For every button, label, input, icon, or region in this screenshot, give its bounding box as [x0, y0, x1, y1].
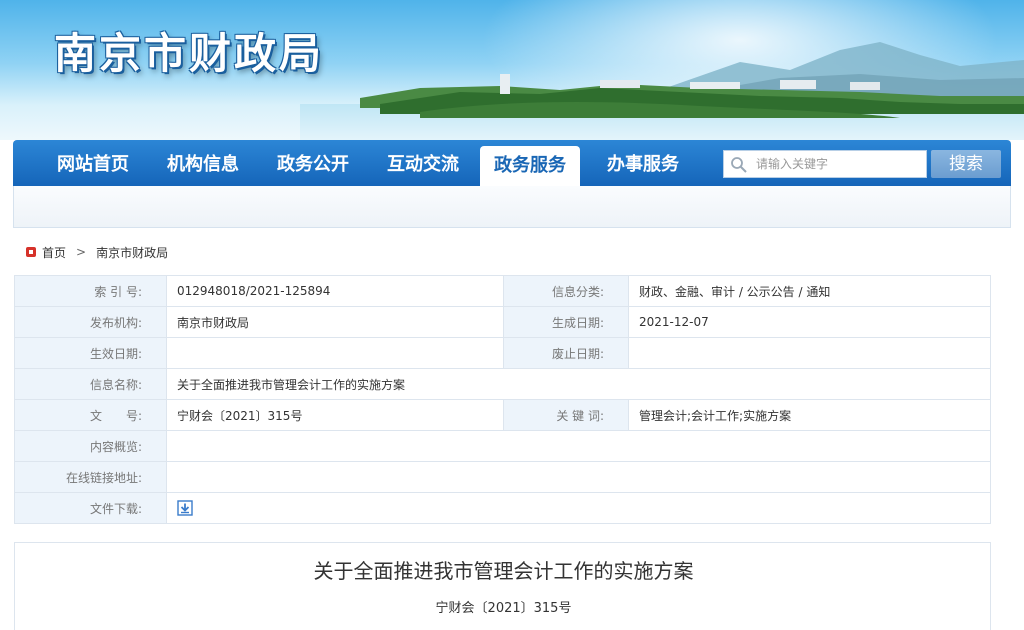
search-box — [723, 150, 927, 178]
info-table: 索 引 号: 012948018/2021-125894 信息分类: 财政、金融… — [14, 275, 991, 524]
index-label: 索 引 号: — [14, 275, 167, 307]
link-label: 在线链接地址: — [14, 461, 167, 493]
download-cell — [166, 492, 991, 524]
effective-value — [166, 337, 504, 369]
search-button[interactable]: 搜索 — [931, 150, 1001, 178]
table-row: 文件下载: — [14, 492, 991, 524]
table-row: 内容概览: — [14, 430, 991, 462]
category-label: 信息分类: — [503, 275, 629, 307]
publisher-label: 发布机构: — [14, 306, 167, 338]
document-content: 关于全面推进我市管理会计工作的实施方案 宁财会〔2021〕315号 — [14, 542, 991, 630]
category-value: 财政、金融、审计 / 公示公告 / 通知 — [628, 275, 991, 307]
document-number: 宁财会〔2021〕315号 — [435, 601, 572, 616]
nav-item-handling-services[interactable]: 办事服务 — [583, 140, 703, 186]
table-row: 索 引 号: 012948018/2021-125894 信息分类: 财政、金融… — [14, 275, 991, 307]
keywords-value: 管理会计;会计工作;实施方案 — [628, 399, 991, 431]
download-icon[interactable] — [177, 500, 193, 516]
breadcrumb-home[interactable]: 首页 — [42, 244, 66, 261]
name-label: 信息名称: — [14, 368, 167, 400]
summary-label: 内容概览: — [14, 430, 167, 462]
main-nav: 网站首页 机构信息 政务公开 互动交流 政务服务 办事服务 搜索 — [13, 140, 1011, 186]
document-title: 关于全面推进我市管理会计工作的实施方案 — [313, 559, 694, 583]
summary-value — [166, 430, 991, 462]
link-value[interactable] — [166, 461, 991, 493]
search-input[interactable] — [756, 151, 924, 177]
search-icon — [731, 157, 747, 173]
download-label: 文件下载: — [14, 492, 167, 524]
nav-item-gov-affairs[interactable]: 政务公开 — [253, 140, 373, 186]
table-row: 发布机构: 南京市财政局 生成日期: 2021-12-07 — [14, 306, 991, 338]
created-label: 生成日期: — [503, 306, 629, 338]
home-icon — [26, 247, 36, 257]
effective-label: 生效日期: — [14, 337, 167, 369]
breadcrumb-separator: > — [76, 245, 87, 259]
index-value: 012948018/2021-125894 — [166, 275, 504, 307]
keywords-label: 关 键 词: — [503, 399, 629, 431]
created-value: 2021-12-07 — [628, 306, 991, 338]
nav-item-gov-services[interactable]: 政务服务 — [480, 146, 580, 186]
table-row: 在线链接地址: — [14, 461, 991, 493]
breadcrumb-current[interactable]: 南京市财政局 — [96, 244, 168, 261]
table-row: 文 号: 宁财会〔2021〕315号 关 键 词: 管理会计;会计工作;实施方案 — [14, 399, 991, 431]
site-title[interactable]: 南京市财政局 — [54, 20, 324, 81]
table-row: 信息名称: 关于全面推进我市管理会计工作的实施方案 — [14, 368, 991, 400]
abolish-label: 废止日期: — [503, 337, 629, 369]
nav-item-interaction[interactable]: 互动交流 — [363, 140, 483, 186]
abolish-value — [628, 337, 991, 369]
site-banner: 南京市财政局 — [0, 0, 1024, 140]
publisher-value: 南京市财政局 — [166, 306, 504, 338]
name-value: 关于全面推进我市管理会计工作的实施方案 — [166, 368, 991, 400]
sub-nav-bar — [13, 186, 1011, 228]
nav-item-home[interactable]: 网站首页 — [33, 140, 153, 186]
nav-item-org-info[interactable]: 机构信息 — [143, 140, 263, 186]
table-row: 生效日期: 废止日期: — [14, 337, 991, 369]
docno-value: 宁财会〔2021〕315号 — [166, 399, 504, 431]
docno-label: 文 号: — [14, 399, 167, 431]
breadcrumb: 首页 > 南京市财政局 — [26, 243, 168, 261]
